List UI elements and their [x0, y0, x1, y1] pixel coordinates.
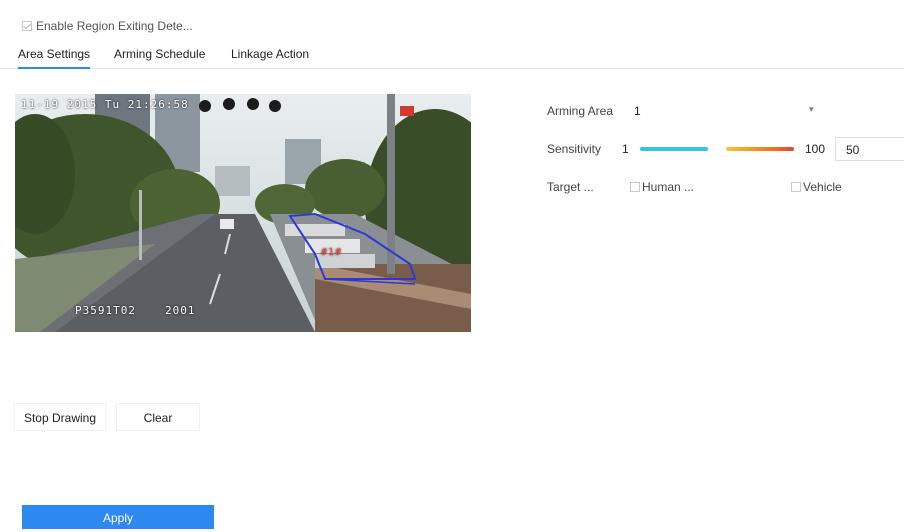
- tab-linkage-action[interactable]: Linkage Action: [231, 47, 309, 61]
- stop-drawing-button[interactable]: Stop Drawing: [14, 403, 106, 431]
- arming-area-select[interactable]: 1: [634, 104, 641, 118]
- sensitivity-input[interactable]: 50: [835, 137, 904, 161]
- target-label: Target ...: [547, 180, 594, 194]
- enable-checkbox[interactable]: [22, 21, 32, 31]
- target-vehicle-option[interactable]: Vehicle: [791, 180, 842, 194]
- sensitivity-min: 1: [622, 142, 629, 156]
- sensitivity-label: Sensitivity: [547, 142, 602, 156]
- timestamp-overlay: 11-19 2015 Tu 21:26:58: [21, 98, 189, 111]
- arming-area-label: Arming Area: [547, 104, 614, 118]
- clear-button[interactable]: Clear: [116, 403, 200, 431]
- vehicle-checkbox[interactable]: [791, 182, 801, 192]
- tab-bar: Area Settings Arming Schedule Linkage Ac…: [0, 40, 904, 69]
- apply-button[interactable]: Apply: [22, 505, 214, 529]
- sensitivity-slider-low[interactable]: [640, 147, 708, 151]
- tab-arming-schedule[interactable]: Arming Schedule: [114, 47, 205, 61]
- human-checkbox[interactable]: [630, 182, 640, 192]
- chevron-down-icon[interactable]: ▾: [809, 104, 814, 115]
- camera-preview[interactable]: 11-19 2015 Tu 21:26:58 #1# P3591T02 2001: [15, 94, 471, 332]
- human-label: Human ...: [642, 180, 695, 194]
- sensitivity-slider-high[interactable]: [726, 147, 794, 151]
- region-label: #1#: [321, 247, 343, 258]
- enable-region-exiting-checkbox-row[interactable]: Enable Region Exiting Dete...: [22, 19, 193, 33]
- enable-label: Enable Region Exiting Dete...: [36, 19, 193, 33]
- camera-name-overlay: P3591T02: [75, 304, 136, 317]
- sensitivity-max: 100: [805, 142, 826, 156]
- camera-scene: [15, 94, 471, 332]
- vehicle-label: Vehicle: [803, 180, 842, 194]
- target-human-option[interactable]: Human ...: [630, 180, 694, 194]
- tab-area-settings[interactable]: Area Settings: [18, 47, 91, 69]
- camera-id-overlay: 2001: [165, 304, 196, 317]
